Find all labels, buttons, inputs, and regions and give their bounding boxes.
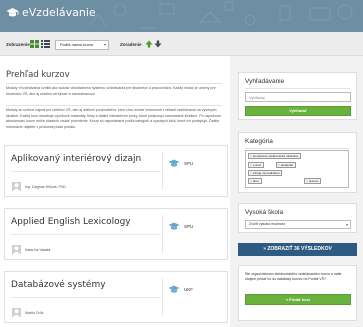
category-title: Kategória	[245, 138, 273, 145]
school-filter-panel: Vysoká škola Zvoliť vysokú možnosť ▾	[238, 203, 357, 233]
graduation-cap-icon	[168, 222, 180, 230]
course-teacher: Martin Drlík	[25, 311, 44, 315]
course-card[interactable]: Aplikovaný interiérový dizajn Ing. Dagma…	[4, 145, 228, 197]
search-panel: Vyhľadávanie Vyhľadať	[238, 72, 357, 120]
display-label: Zobrazenie	[6, 42, 30, 47]
close-icon[interactable]: ×	[306, 179, 308, 183]
intro-text: Moduly eVzdelávania vznikli ako súčasť c…	[6, 86, 216, 96]
divider	[6, 105, 222, 106]
add-course-button[interactable]: » Pridať kurz	[245, 294, 351, 305]
divider	[245, 88, 350, 89]
add-course-notice: Ste organizátorom elektronického vzdeláv…	[238, 265, 357, 321]
divider	[11, 297, 161, 298]
divider	[11, 234, 161, 235]
grid-view-icon[interactable]	[30, 40, 39, 48]
close-icon[interactable]: ×	[250, 163, 252, 167]
divider	[162, 152, 163, 190]
course-teacher: Katarína Vasalá	[25, 248, 51, 252]
description-text: Moduly sú určené najmä pre učiteľov VŠ, …	[6, 108, 222, 129]
sort-select[interactable]: Podľa názvu kurzu ▾	[55, 40, 109, 50]
category-tag-input[interactable]: ×komplexné elektronické učebnice ×e-kurz…	[245, 150, 349, 188]
graduation-cap-icon	[6, 8, 19, 17]
search-button[interactable]: Vyhľadať	[245, 106, 351, 116]
close-icon[interactable]: ×	[278, 163, 280, 167]
category-tag[interactable]: ×e-kurz	[248, 162, 265, 168]
graduation-cap-icon	[168, 159, 180, 167]
divider	[6, 83, 222, 84]
divider	[162, 278, 163, 316]
arrow-up-icon[interactable]	[145, 40, 153, 48]
category-tag[interactable]: ×plné	[248, 178, 262, 184]
user-avatar-icon	[12, 182, 21, 191]
category-tag[interactable]: ×zdroje na realizáciu	[248, 170, 283, 176]
category-tag[interactable]: ×analýzati	[276, 162, 297, 168]
course-card[interactable]: Databázové systémy Martin Drlík UKF	[4, 271, 228, 323]
arrow-down-icon[interactable]	[154, 40, 162, 48]
divider	[11, 171, 161, 172]
divider	[245, 148, 350, 149]
course-title[interactable]: Applied English Lexicology	[11, 217, 131, 227]
course-title[interactable]: Databázové systémy	[11, 280, 106, 290]
course-title[interactable]: Aplikovaný interiérový dizajn	[11, 154, 141, 164]
course-card[interactable]: Applied English Lexicology Katarína Vasa…	[4, 208, 228, 260]
course-school: UKF	[184, 287, 193, 292]
category-tag[interactable]: ×komplexné elektronické učebnice	[248, 153, 302, 159]
app-title: eVzdelávanie	[22, 6, 96, 19]
sort-toolbar: Zobrazenie Podľa názvu kurzu ▾ Zoradenie	[0, 32, 363, 56]
user-avatar-icon	[12, 308, 21, 317]
close-icon[interactable]: ×	[250, 154, 252, 158]
school-select[interactable]: Zvoliť vysokú možnosť ▾	[245, 220, 351, 229]
category-tag[interactable]: ×prenos	[304, 178, 322, 184]
course-school: SPU	[184, 161, 194, 166]
close-icon[interactable]: ×	[250, 171, 252, 175]
chevron-down-icon: ▾	[345, 222, 348, 227]
sort-select-value: Podľa názvu kurzu	[60, 42, 94, 47]
chevron-down-icon: ▾	[103, 42, 106, 47]
divider	[162, 215, 163, 253]
school-select-value: Zvoliť vysokú možnosť	[249, 222, 286, 226]
header-bar: eVzdelávanie	[0, 0, 363, 32]
search-input[interactable]	[245, 92, 351, 102]
course-school: SPU	[184, 224, 194, 229]
notice-text: Ste organizátorom elektronického vzdeláv…	[245, 272, 342, 282]
list-view-icon[interactable]	[41, 40, 50, 48]
page-title: Prehľad kurzov	[6, 70, 70, 80]
show-results-button[interactable]: » ZOBRAZIŤ 36 VÝSLEDKOV	[238, 243, 357, 256]
school-filter-title: Vysoká škola	[245, 209, 284, 216]
course-teacher: Ing. Dagmar Hillová, PhD.	[25, 185, 67, 189]
close-icon[interactable]: ×	[250, 179, 252, 183]
user-avatar-icon	[12, 245, 21, 254]
logo[interactable]: eVzdelávanie	[6, 6, 96, 19]
search-title: Vyhľadávanie	[245, 78, 285, 85]
graduation-cap-icon	[168, 285, 180, 293]
sort-direction-label: Zoradenie	[120, 42, 142, 47]
category-panel: Kategória ×komplexné elektronické učebni…	[238, 132, 357, 193]
